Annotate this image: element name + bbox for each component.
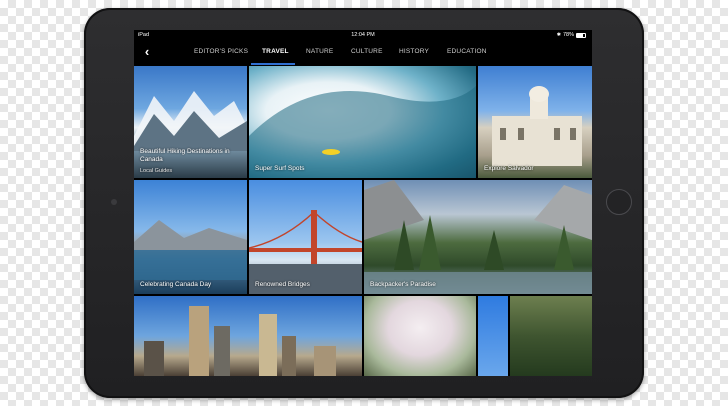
tile-backpackers-paradise[interactable]: Backpacker's Paradise xyxy=(364,180,592,294)
tile-renowned-bridges[interactable]: Renowned Bridges xyxy=(249,180,362,294)
tile-title: Renowned Bridges xyxy=(255,281,310,288)
tab-travel[interactable]: TRAVEL xyxy=(262,46,289,58)
forest-illustration xyxy=(364,180,592,294)
app-screen: iPad 12:04 PM ✱ 78% ‹ EDITOR'S PICKS TRA… xyxy=(134,30,592,376)
tile-title: Explore Salvador xyxy=(484,165,534,172)
tile-subtitle: Local Guides xyxy=(140,168,173,174)
camera-icon xyxy=(111,199,117,205)
tab-nature[interactable]: NATURE xyxy=(306,46,333,58)
active-tab-indicator xyxy=(251,63,295,65)
tile-title: Backpacker's Paradise xyxy=(370,281,436,288)
tab-history[interactable]: HISTORY xyxy=(399,46,429,58)
lake-illustration xyxy=(134,220,247,280)
tile-canada-day[interactable]: Celebrating Canada Day xyxy=(134,180,247,294)
wave-illustration xyxy=(249,86,476,178)
status-time: 12:04 PM xyxy=(351,32,375,38)
nav-bar: ‹ EDITOR'S PICKS TRAVEL NATURE CULTURE H… xyxy=(134,40,592,66)
home-button[interactable] xyxy=(606,189,632,215)
building-illustration xyxy=(492,86,582,166)
tile-city-skyline[interactable] xyxy=(134,296,362,376)
battery-icon xyxy=(576,32,586,38)
bridge-illustration xyxy=(249,210,362,294)
tab-editors-picks[interactable]: EDITOR'S PICKS xyxy=(194,46,248,58)
tile-blossom-trees[interactable] xyxy=(364,296,476,376)
status-bar: iPad 12:04 PM ✱ 78% xyxy=(134,30,592,40)
tile-title: Super Surf Spots xyxy=(255,165,305,172)
tile-title: Celebrating Canada Day xyxy=(140,281,212,288)
skyline-illustration xyxy=(144,306,336,376)
tile-super-surf[interactable]: Super Surf Spots xyxy=(249,66,476,178)
tile-blue-sky[interactable] xyxy=(478,296,508,376)
category-tabs: EDITOR'S PICKS TRAVEL NATURE CULTURE HIS… xyxy=(134,40,592,66)
tile-hiking-canada[interactable]: Beautiful Hiking Destinations in Canada … xyxy=(134,66,247,178)
tab-education[interactable]: EDUCATION xyxy=(447,46,487,58)
status-right: ✱ 78% xyxy=(557,30,586,40)
tab-culture[interactable]: CULTURE xyxy=(351,46,383,58)
bluetooth-icon: ✱ xyxy=(556,32,561,38)
tile-title: Beautiful Hiking Destinations in Canada xyxy=(140,148,230,163)
tile-explore-salvador[interactable]: Explore Salvador xyxy=(478,66,592,178)
tile-vertical-garden[interactable] xyxy=(510,296,592,376)
battery-percent: 78% xyxy=(562,32,574,38)
